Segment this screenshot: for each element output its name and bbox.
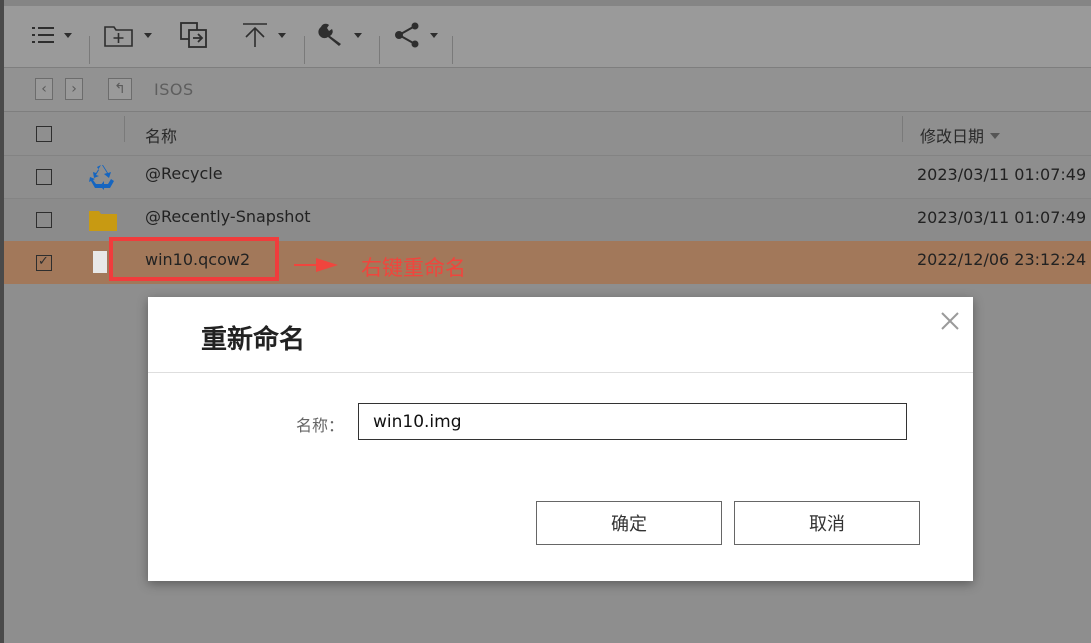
column-divider — [902, 116, 903, 142]
new-folder-icon — [104, 26, 133, 47]
name-input[interactable] — [358, 403, 907, 440]
toolbar-divider — [452, 36, 453, 64]
share-icon — [395, 22, 419, 48]
column-header-date-label: 修改日期 — [920, 127, 985, 146]
confirm-button[interactable]: 确定 — [536, 501, 722, 545]
close-button[interactable] — [938, 309, 962, 333]
file-name: @Recently-Snapshot — [145, 207, 311, 226]
rename-dialog: 重新命名 名称： 确定 取消 — [148, 297, 973, 581]
toolbar-divider — [379, 36, 380, 64]
chevron-right-icon: › — [71, 81, 77, 97]
column-header-date[interactable]: 修改日期 — [920, 123, 1001, 147]
back-button[interactable]: ‹ — [35, 78, 53, 100]
upload-icon — [243, 23, 267, 47]
wrench-icon — [318, 23, 341, 46]
column-divider — [124, 116, 125, 142]
file-name: @Recycle — [145, 164, 223, 183]
chevron-left-icon: ‹ — [41, 81, 47, 97]
dialog-divider — [148, 372, 973, 373]
parent-folder-button[interactable]: ↰ — [108, 78, 132, 100]
annotation-label: 右键重命名 — [361, 256, 466, 280]
dialog-title: 重新命名 — [201, 325, 306, 355]
column-header-name[interactable]: 名称 — [145, 123, 177, 147]
copy-button[interactable] — [180, 20, 208, 50]
return-icon: ↰ — [114, 81, 126, 97]
row-checkbox-checked[interactable]: ✓ — [36, 255, 52, 271]
name-field-label: 名称： — [296, 416, 345, 435]
chevron-down-icon — [278, 32, 286, 38]
chevron-down-icon — [354, 32, 362, 38]
upload-button[interactable] — [242, 20, 286, 50]
annotation-highlight-box — [109, 237, 279, 281]
chevron-down-icon — [430, 32, 438, 38]
table-header: 名称 修改日期 — [4, 112, 1091, 156]
recycle-icon — [88, 164, 116, 194]
select-all-checkbox[interactable] — [36, 126, 52, 142]
checkmark-icon: ✓ — [38, 254, 49, 269]
sort-descending-icon — [990, 133, 1001, 139]
toolbar-divider — [304, 36, 305, 64]
view-mode-button[interactable] — [32, 20, 72, 50]
modified-date: 2023/03/11 01:07:49 — [917, 208, 1087, 227]
navigation-bar: ‹ › ↰ ISOS — [4, 68, 1091, 112]
tools-button[interactable] — [318, 20, 362, 50]
chevron-down-icon — [144, 32, 152, 38]
row-checkbox[interactable] — [36, 169, 52, 185]
modified-date: 2022/12/06 23:12:24 — [917, 250, 1087, 269]
share-button[interactable] — [394, 20, 438, 50]
cancel-button[interactable]: 取消 — [734, 501, 920, 545]
modified-date: 2023/03/11 01:07:49 — [917, 165, 1087, 184]
row-checkbox[interactable] — [36, 212, 52, 228]
copy-icon — [180, 22, 207, 48]
file-icon — [93, 251, 107, 277]
toolbar — [4, 0, 1091, 68]
new-folder-button[interactable] — [104, 20, 152, 50]
folder-icon — [88, 207, 118, 237]
forward-button[interactable]: › — [65, 78, 83, 100]
toolbar-divider — [89, 36, 90, 64]
breadcrumb: ISOS — [154, 80, 194, 99]
table-row[interactable]: @Recently-Snapshot 2023/03/11 01:07:49 — [4, 199, 1091, 241]
list-icon — [32, 27, 54, 43]
table-row[interactable]: @Recycle 2023/03/11 01:07:49 — [4, 156, 1091, 199]
chevron-down-icon — [64, 32, 72, 38]
close-icon — [941, 312, 959, 330]
